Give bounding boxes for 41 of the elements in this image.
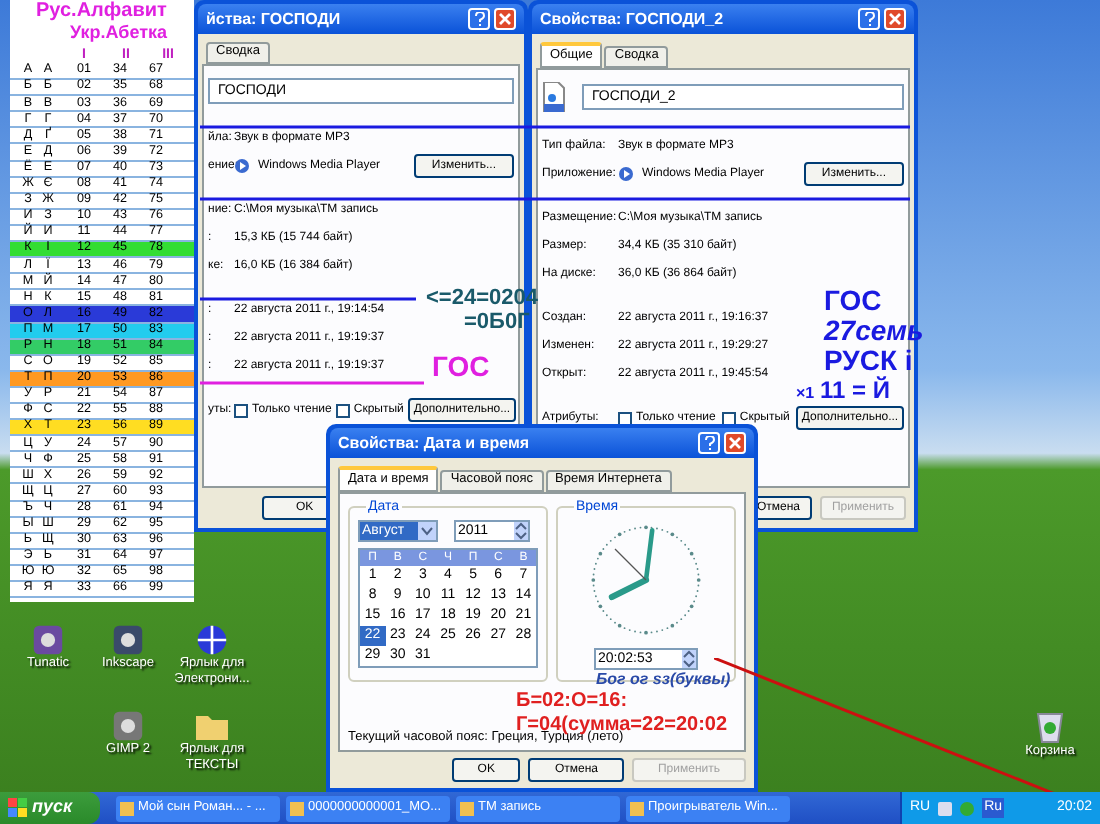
- program-icon: [630, 801, 644, 815]
- close-icon[interactable]: [884, 8, 906, 30]
- window-title: йства: ГОСПОДИ: [206, 7, 341, 31]
- table-title: Укр.Абетка: [70, 22, 170, 42]
- help-icon[interactable]: [468, 8, 490, 30]
- media-player-icon: [234, 158, 250, 174]
- recycle-bin-icon[interactable]: [1034, 708, 1066, 744]
- annotation-text: ГОС: [432, 352, 490, 380]
- window-title: Свойства: Дата и время: [338, 431, 530, 455]
- annotation-text: ×1: [796, 386, 815, 402]
- spinner-arrows-icon[interactable]: [514, 522, 528, 540]
- folder-icon[interactable]: [194, 710, 230, 742]
- checkbox[interactable]: [234, 403, 248, 417]
- audio-file-icon: [542, 82, 566, 112]
- app-icon[interactable]: [32, 624, 64, 656]
- help-icon[interactable]: [858, 8, 880, 30]
- start-button[interactable]: пуск: [0, 792, 100, 824]
- spinner-arrows-icon[interactable]: [682, 650, 696, 668]
- annotation-text: 11 = Й: [820, 378, 890, 402]
- app-icon[interactable]: [112, 624, 144, 656]
- close-icon[interactable]: [724, 432, 746, 454]
- checkbox[interactable]: [618, 411, 632, 425]
- globe-icon[interactable]: [196, 624, 228, 656]
- media-player-icon: [618, 166, 634, 182]
- windows-logo-icon: [8, 798, 28, 818]
- annotation-text: РУСК і: [824, 346, 913, 374]
- help-icon[interactable]: [698, 432, 720, 454]
- annotation-text: ГОС: [824, 286, 882, 314]
- close-icon[interactable]: [494, 8, 516, 30]
- annotation-text: Б=02:O=16:: [516, 692, 628, 712]
- table-title: Рус.Алфавит: [36, 0, 169, 22]
- annotation-text: Бог ог ѕз(буквы): [596, 672, 731, 688]
- program-icon: [460, 801, 474, 815]
- dropdown-arrow-icon[interactable]: [418, 522, 436, 540]
- checkbox[interactable]: [335, 403, 350, 417]
- window-title: Свойства: ГОСПОДИ_2: [540, 7, 724, 31]
- checkbox[interactable]: [721, 411, 736, 425]
- annotation-text: Г=04(сумма=22=20:02: [516, 716, 728, 736]
- app-icon[interactable]: [112, 710, 144, 742]
- program-icon: [290, 801, 304, 815]
- program-icon: [120, 801, 134, 815]
